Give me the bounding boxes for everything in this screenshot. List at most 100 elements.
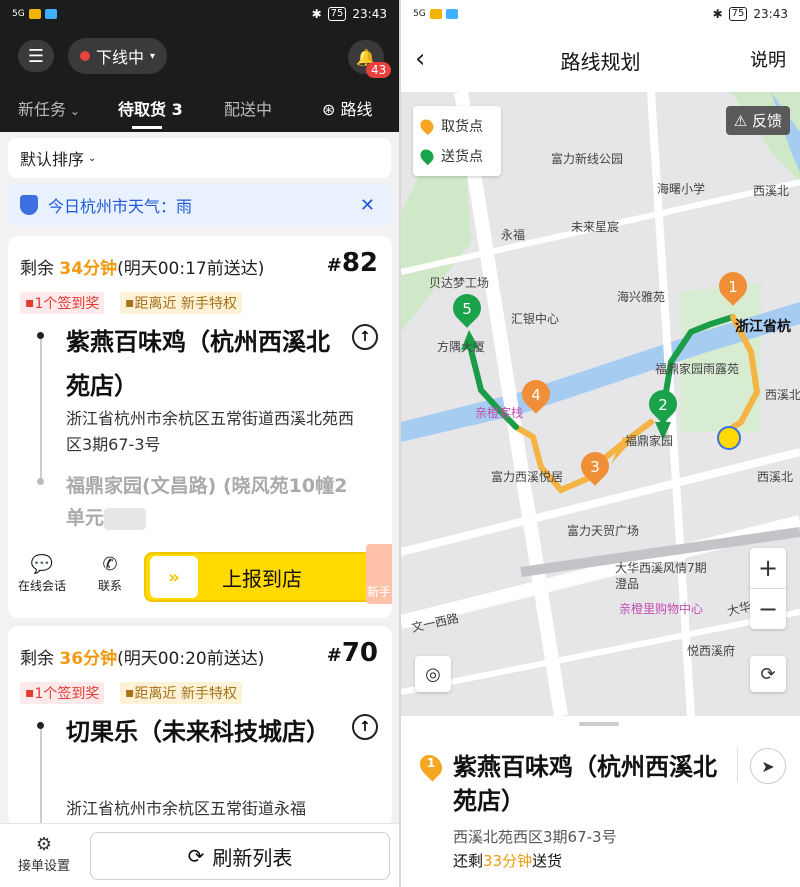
- remain-suffix: 送货: [532, 852, 563, 870]
- timeline-line: [40, 722, 42, 826]
- feedback-button[interactable]: ⚠ 反馈: [725, 106, 790, 135]
- thumb-icon: ▪: [125, 295, 135, 311]
- phone-icon: ✆: [102, 554, 118, 575]
- pickup-dot: [37, 332, 44, 339]
- map-label: 西溪北: [757, 470, 794, 484]
- stop-detail-sheet: 1 紫燕百味鸡（杭州西溪北苑店） ➤ 西溪北苑西区3期67-3号 还剩33分钟送…: [401, 716, 800, 887]
- report-label: 上报到店: [222, 566, 302, 591]
- offline-dot-icon: [80, 51, 90, 61]
- map-label: 方隅大厦: [437, 340, 486, 354]
- rider-location-icon: [717, 426, 741, 450]
- map-label: 富力西溪悦居: [491, 470, 564, 484]
- weather-text: 今日杭州市天气：雨: [48, 197, 193, 216]
- legend-delivery: 送货点: [417, 146, 483, 166]
- order-number: #70: [326, 638, 378, 668]
- online-status-button[interactable]: 下线中 ▾: [68, 38, 168, 74]
- legend-label: 取货点: [441, 119, 483, 135]
- navigate-icon[interactable]: ↑: [352, 324, 378, 350]
- explain-button[interactable]: 说明: [750, 46, 786, 72]
- contact-button[interactable]: ✆ 联系: [80, 554, 140, 594]
- locate-icon: ◎: [425, 663, 441, 685]
- chevron-down-icon: ▾: [150, 50, 156, 62]
- zoom-in-button[interactable]: +: [750, 548, 786, 588]
- stop-shop-name: 紫燕百味鸡（杭州西溪北苑店）: [453, 753, 717, 815]
- app-icon: [429, 9, 442, 19]
- navigate-button[interactable]: ➤: [750, 748, 786, 784]
- navigate-icon[interactable]: ↑: [352, 714, 378, 740]
- bluetooth-icon: ✱: [311, 7, 322, 21]
- order-card[interactable]: 剩余 34分钟(明天00:17前送达) #82 ▪ 1个签到奖 ▪ 距离近 新手特权…: [8, 236, 392, 618]
- order-list-panel: 5G ✱ 75 23:43 ☰ 下线中 ▾ 🔔 43 新任务 ⌄ 待取货 3 配送中 …: [0, 0, 399, 887]
- signin-reward-tag: ▪ 1个签到奖: [20, 292, 105, 314]
- signal-icon: 5G: [413, 9, 426, 19]
- order-settings-button[interactable]: ⚙ 接单设置: [12, 834, 76, 874]
- chevron-down-icon: ⌄: [66, 104, 80, 118]
- settings-label: 接单设置: [17, 859, 70, 874]
- map-label: 浙江省杭: [735, 319, 791, 335]
- map-label: 亲橙里购物中心: [619, 602, 704, 616]
- remain-value: 36分钟: [59, 649, 118, 669]
- route-map[interactable]: 取货点 送货点 ⚠ 反馈 富力新线公园 海曙小学 西溪北 永福 未来星宸 贝达梦…: [401, 92, 800, 716]
- shop-name: 紫燕百味鸡（杭州西溪北苑店）: [66, 328, 330, 400]
- map-label: 亲橙客栈: [475, 406, 524, 420]
- nearby-tag: ▪ 距离近 新手特权: [120, 682, 242, 704]
- menu-button[interactable]: ☰: [18, 40, 54, 72]
- zoom-control: + −: [750, 548, 786, 629]
- thumb-icon: ▪: [125, 685, 135, 701]
- map-label: 海曙小学: [657, 182, 706, 196]
- chat-button[interactable]: 💬 在线会话: [12, 554, 72, 594]
- map-label: 悦西溪府: [687, 644, 736, 658]
- app-icon: [44, 9, 57, 19]
- double-chevron-icon: »: [150, 556, 198, 598]
- report-arrival-button[interactable]: » 上报到店: [144, 552, 374, 602]
- tab-route[interactable]: ⊛ 路线: [322, 96, 373, 120]
- marker-number: 3: [590, 458, 600, 476]
- close-icon[interactable]: ✕: [360, 195, 375, 216]
- refresh-icon: ⟳: [760, 663, 776, 685]
- feedback-label: 反馈: [751, 112, 782, 130]
- map-label: 汇银中心: [511, 312, 560, 326]
- refresh-route-button[interactable]: ⟳: [750, 656, 786, 692]
- delivery-pin-icon: [417, 146, 437, 166]
- map-canvas: [401, 92, 800, 716]
- refresh-icon: ⟳: [187, 844, 205, 868]
- tag-label: 距离近 新手特权: [134, 686, 237, 702]
- navigation-arrow-icon: ➤: [761, 756, 775, 776]
- map-label: 西溪北: [765, 388, 800, 402]
- route-marker-5[interactable]: 5: [447, 288, 487, 328]
- gift-icon: ▪: [25, 685, 35, 701]
- route-marker-3[interactable]: 3: [575, 446, 615, 486]
- map-label: 富力新线公园: [551, 152, 624, 166]
- deadline: (明天00:17前送达): [117, 259, 265, 279]
- route-marker-2[interactable]: 2: [643, 384, 683, 424]
- tab-delivering[interactable]: 配送中: [224, 96, 272, 120]
- pickup-dot: [37, 722, 44, 729]
- pickup-pin-icon: [417, 116, 437, 136]
- remain-value: 33分钟: [483, 852, 533, 870]
- remain-prefix: 剩余: [20, 649, 54, 669]
- chevron-down-icon: ⌄: [88, 152, 97, 164]
- tab-new-tasks[interactable]: 新任务 ⌄: [18, 96, 80, 120]
- delivery-dot: [37, 478, 44, 485]
- locate-button[interactable]: ◎: [415, 656, 451, 692]
- separator: [737, 748, 738, 782]
- shop-address: 浙江省杭州市余杭区五常街道西溪北苑西区3期67-3号: [66, 409, 355, 454]
- refresh-list-button[interactable]: ⟳ 刷新列表: [90, 832, 390, 880]
- newbie-tag: 新手: [366, 544, 392, 604]
- warning-icon: ⚠: [733, 112, 752, 130]
- tab-pending-pickup[interactable]: 待取货 3: [118, 96, 183, 120]
- map-label: 福鼎家园雨露苑: [655, 362, 740, 376]
- shield-icon: [20, 195, 38, 215]
- zoom-out-button[interactable]: −: [750, 589, 786, 629]
- route-marker-4[interactable]: 4: [516, 374, 556, 414]
- drag-handle[interactable]: [579, 722, 619, 726]
- map-label: 海兴雅苑: [617, 290, 666, 304]
- notification-badge: 43: [366, 62, 392, 78]
- settings-icon: ⚙: [35, 834, 53, 855]
- sort-dropdown[interactable]: 默认排序 ⌄: [8, 138, 391, 178]
- order-card[interactable]: 剩余 36分钟(明天00:20前送达) #70 ▪ 1个签到奖 ▪ 距离近 新手特权…: [8, 626, 392, 826]
- clock: 23:43: [753, 7, 788, 21]
- remain-prefix: 还剩: [453, 852, 484, 870]
- route-marker-1[interactable]: 1: [713, 266, 753, 306]
- app-icon: [445, 9, 458, 19]
